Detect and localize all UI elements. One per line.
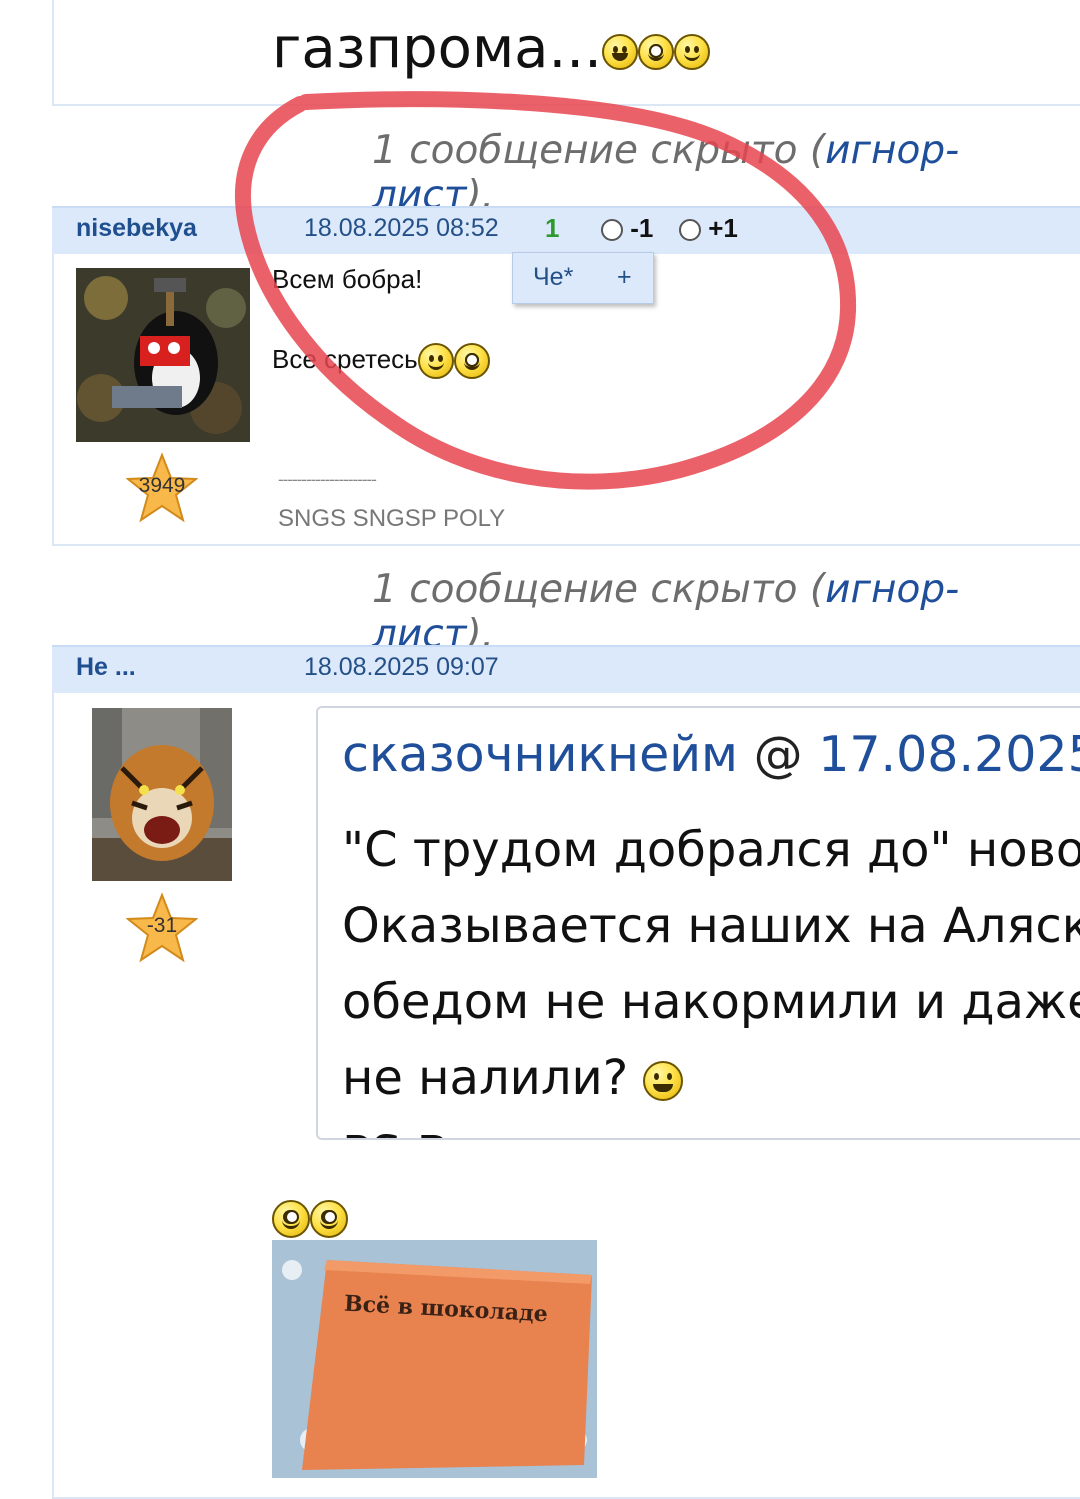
laugh-smiley-icon	[643, 1061, 684, 1101]
attached-photo[interactable]: Всё в шоколаде	[272, 1240, 597, 1478]
quote-line: обедом не накормили и даже	[342, 974, 1080, 1030]
reaction-popup[interactable]: Че* +	[512, 252, 654, 304]
reputation-count: -31	[146, 914, 178, 937]
vote-minus[interactable]: -1	[601, 213, 653, 244]
post-author-link[interactable]: nisebekya	[76, 214, 197, 243]
vote-plus[interactable]: +1	[679, 213, 738, 244]
post-author-link[interactable]: Не ...	[76, 653, 136, 682]
reaction-add-button[interactable]: +	[617, 263, 632, 292]
reputation-star: 3949	[126, 452, 198, 524]
quote-block: сказочникнейм @ 17.08.2025 "С трудом доб…	[316, 706, 1080, 1140]
dizzy-smiley-icon	[453, 343, 490, 379]
smile-icon	[417, 343, 454, 379]
wink-smiley-icon	[673, 33, 710, 70]
photo-image	[272, 1240, 597, 1478]
hidden-count-text: 1 сообщение скрыто (	[372, 128, 826, 173]
laugh-smiley-icon	[601, 33, 638, 70]
post-line-1: Всем бобра!	[272, 264, 423, 294]
user-avatar[interactable]	[76, 268, 250, 442]
top-post: газпрома...	[52, 0, 1080, 106]
signature-separator: ---------------------	[278, 470, 377, 489]
quote-line: "С трудом добрался до" новос	[342, 822, 1080, 878]
vote-plus-label: +1	[708, 213, 738, 243]
quote-date-link[interactable]: 17.08.2025	[818, 726, 1080, 783]
post-line-2-text: Все сретесь	[272, 343, 418, 374]
quote-line: PS Визит в тату салон отменен	[342, 1116, 1080, 1138]
glasses-smiley-icon	[272, 1200, 310, 1238]
post-line-2: Все сретесь	[272, 343, 490, 379]
hidden-messages-notice: 1 сообщение скрыто (игнор-лист).	[372, 128, 1080, 218]
vote-minus-radio[interactable]	[601, 219, 623, 242]
hidden-count-text: 1 сообщение скрыто (	[372, 567, 826, 612]
quote-author-link[interactable]: сказочникнейм	[342, 726, 738, 783]
avatar-image	[76, 268, 250, 442]
quote-line: Оказывается наших на Аляск	[342, 898, 1080, 954]
post-rating: 1	[545, 213, 560, 243]
post-smileys	[272, 1200, 348, 1238]
avatar-image	[92, 708, 232, 881]
top-post-text-tail: газпрома...	[272, 16, 602, 81]
post-header	[52, 206, 1080, 254]
quote-text: "С трудом добрался до" новос Оказывается…	[342, 812, 1080, 1138]
top-post-text: газпрома...	[272, 16, 710, 81]
post-header	[52, 645, 1080, 693]
quote-header: сказочникнейм @ 17.08.2025	[342, 726, 1080, 783]
quote-at: @	[753, 726, 803, 783]
vote-plus-radio[interactable]	[679, 219, 701, 242]
user-avatar[interactable]	[92, 708, 232, 881]
user-signature: SNGS SNGSP POLY	[278, 505, 506, 532]
glasses-smiley-icon	[637, 33, 674, 70]
glasses-smiley-icon	[310, 1200, 348, 1238]
reputation-count: 3949	[138, 474, 186, 497]
post-date: 18.08.2025 08:52	[304, 214, 499, 242]
reaction-option[interactable]: Че*	[533, 263, 573, 292]
vote-minus-label: -1	[630, 213, 654, 243]
quote-line-4: не налили?	[342, 1040, 1080, 1116]
post-date: 18.08.2025 09:07	[304, 653, 499, 681]
hidden-messages-notice: 1 сообщение скрыто (игнор-лист).	[372, 567, 1080, 657]
quote-line-4-text: не налили?	[342, 1050, 629, 1106]
reputation-star: -31	[126, 892, 198, 964]
